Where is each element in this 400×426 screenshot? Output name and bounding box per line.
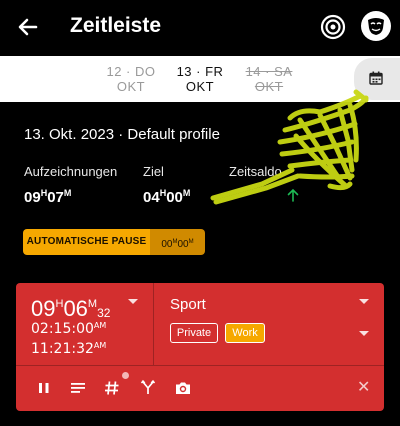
app-bar: Zeitleiste <box>0 0 400 56</box>
notes-button[interactable] <box>68 378 88 398</box>
summary-date-profile: 13. Okt. 2023 · Default profile <box>24 126 220 143</box>
card-divider-horizontal <box>16 365 384 366</box>
auto-pause-chip[interactable]: AUTOMATISCHE PAUSE 00M00M <box>23 229 205 255</box>
notes-icon <box>71 383 85 393</box>
camera-icon <box>176 382 190 394</box>
tags-dropdown-icon[interactable] <box>359 331 369 336</box>
date-prev-day[interactable]: 12 · DO OKT <box>101 64 161 94</box>
date-prev-month-label: OKT <box>116 79 146 94</box>
recorded-value: 09H07M <box>24 188 72 206</box>
entry-project[interactable]: Sport <box>170 296 206 313</box>
entry-end-time[interactable]: 11:21:32AM <box>31 341 106 357</box>
date-next-day[interactable]: 14 · SA OKT <box>239 64 299 94</box>
camera-button[interactable] <box>173 378 193 398</box>
mask-icon[interactable] <box>361 11 391 41</box>
calendar-icon <box>369 71 383 85</box>
close-icon[interactable]: ✕ <box>357 380 370 396</box>
hashtag-badge <box>122 372 129 379</box>
tag-private[interactable]: Private <box>170 323 218 343</box>
auto-pause-label: AUTOMATISCHE PAUSE <box>23 229 150 255</box>
date-current-day[interactable]: 13 · FR OKT <box>170 64 230 94</box>
date-current-month-label: OKT <box>185 79 215 94</box>
goal-value: 04H00M <box>143 188 191 206</box>
date-current-day-label: 13 · FR <box>176 64 224 79</box>
calendar-button[interactable] <box>354 58 400 100</box>
date-strip: 12 · DO OKT 13 · FR OKT 14 · SA OKT <box>0 56 400 102</box>
duration-dropdown-icon[interactable] <box>128 299 138 304</box>
date-prev-day-label: 12 · DO <box>106 64 156 79</box>
pause-icon <box>39 383 49 393</box>
project-dropdown-icon[interactable] <box>359 299 369 304</box>
entry-duration[interactable]: 09H06M32 <box>31 296 110 322</box>
fork-button[interactable] <box>138 378 158 398</box>
page-title: Zeitleiste <box>70 14 162 37</box>
card-divider-vertical <box>153 283 154 365</box>
back-arrow-icon[interactable] <box>14 13 42 41</box>
hashtag-button[interactable] <box>102 378 122 398</box>
date-next-month-label: OKT <box>254 79 284 94</box>
pause-button[interactable] <box>34 378 54 398</box>
tag-work[interactable]: Work <box>225 323 265 343</box>
fork-icon <box>140 379 156 394</box>
hashtag-icon <box>105 381 119 395</box>
balance-label: Zeitsaldo <box>229 164 282 179</box>
goal-label: Ziel <box>143 164 164 179</box>
target-icon[interactable] <box>320 14 346 40</box>
date-next-day-label: 14 · SA <box>245 64 293 79</box>
auto-pause-value: 00M00M <box>150 229 205 255</box>
recorded-label: Aufzeichnungen <box>24 164 118 179</box>
arrow-up-icon <box>287 188 299 202</box>
entry-start-time[interactable]: 02:15:00AM <box>31 321 106 337</box>
